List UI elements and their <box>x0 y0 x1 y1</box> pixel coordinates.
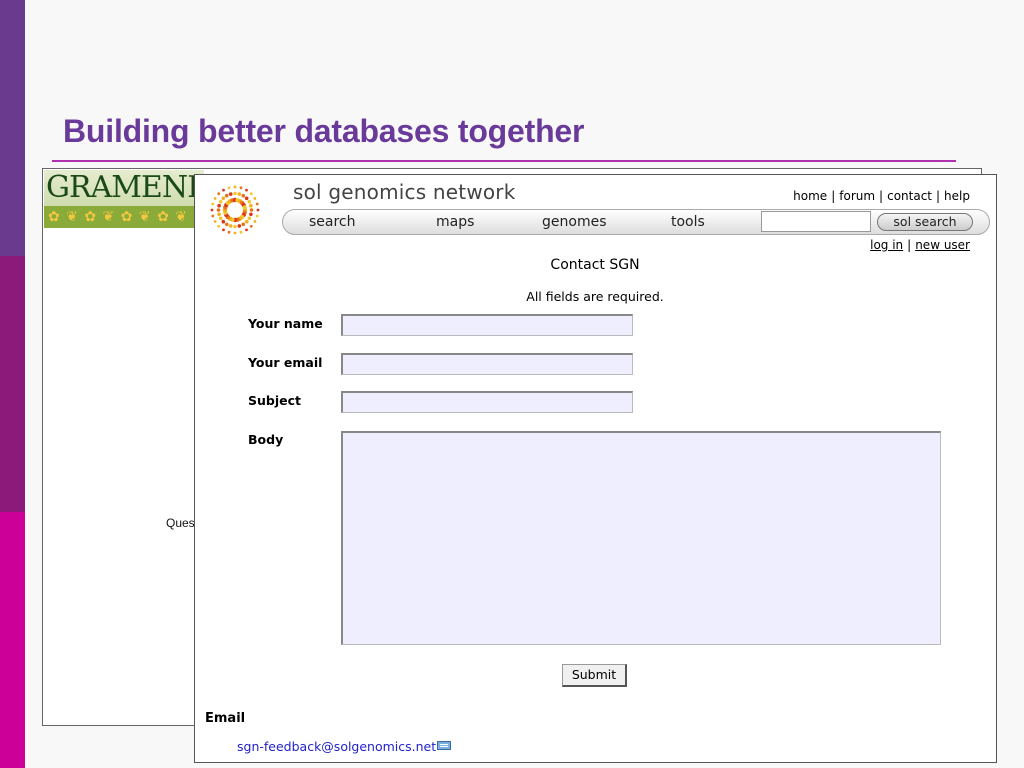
nav-tools[interactable]: tools <box>671 214 705 230</box>
sol-search-button[interactable]: sol search <box>877 213 973 231</box>
sgn-sun-logo-icon[interactable] <box>201 179 269 241</box>
required-note: All fields are required. <box>526 289 664 304</box>
label-your-email: Your email <box>248 355 323 370</box>
gramene-logo: GRAMENE ✿ ❦ ✿ ❦ ✿ ❦ ✿ ❦ <box>44 170 204 228</box>
slide-side-bar-top <box>0 0 25 256</box>
nav-genomes[interactable]: genomes <box>542 214 606 230</box>
slide-side-bar-bottom <box>0 512 25 768</box>
subject-input[interactable] <box>341 391 633 413</box>
feedback-email-text: sgn-feedback@solgenomics.net <box>237 739 437 754</box>
site-name[interactable]: sol genomics network <box>293 180 516 204</box>
label-body: Body <box>248 432 284 447</box>
link-home[interactable]: home <box>793 189 827 203</box>
feedback-email-link[interactable]: sgn-feedback@solgenomics.net <box>237 739 452 754</box>
link-help[interactable]: help <box>944 189 970 203</box>
gramene-partial-text: Ques <box>166 516 195 530</box>
sol-search-input[interactable] <box>761 211 871 232</box>
email-heading: Email <box>205 711 246 726</box>
slide-side-bar-middle <box>0 256 25 512</box>
slide-title: Building better databases together <box>63 113 585 149</box>
page-title: Contact SGN <box>550 257 640 273</box>
body-textarea[interactable] <box>341 431 941 645</box>
link-forum[interactable]: forum <box>839 189 875 203</box>
link-log-in[interactable]: log in <box>870 238 903 252</box>
login-links: log in | new user <box>870 238 970 252</box>
title-divider <box>52 160 956 162</box>
nav-search[interactable]: search <box>309 214 356 230</box>
your-email-input[interactable] <box>341 353 633 375</box>
submit-button[interactable]: Submit <box>562 664 627 687</box>
link-contact[interactable]: contact <box>887 189 932 203</box>
link-new-user[interactable]: new user <box>915 238 970 252</box>
your-name-input[interactable] <box>341 314 633 336</box>
label-subject: Subject <box>248 393 301 408</box>
grain-icon: ✿ ❦ ✿ ❦ ✿ ❦ ✿ ❦ <box>48 209 188 225</box>
mail-icon <box>437 741 452 750</box>
label-your-name: Your name <box>248 316 323 331</box>
nav-maps[interactable]: maps <box>436 214 474 230</box>
sgn-window: sol genomics network home | forum | contact |… <box>194 174 997 763</box>
top-links: home | forum | contact | help <box>793 189 970 203</box>
